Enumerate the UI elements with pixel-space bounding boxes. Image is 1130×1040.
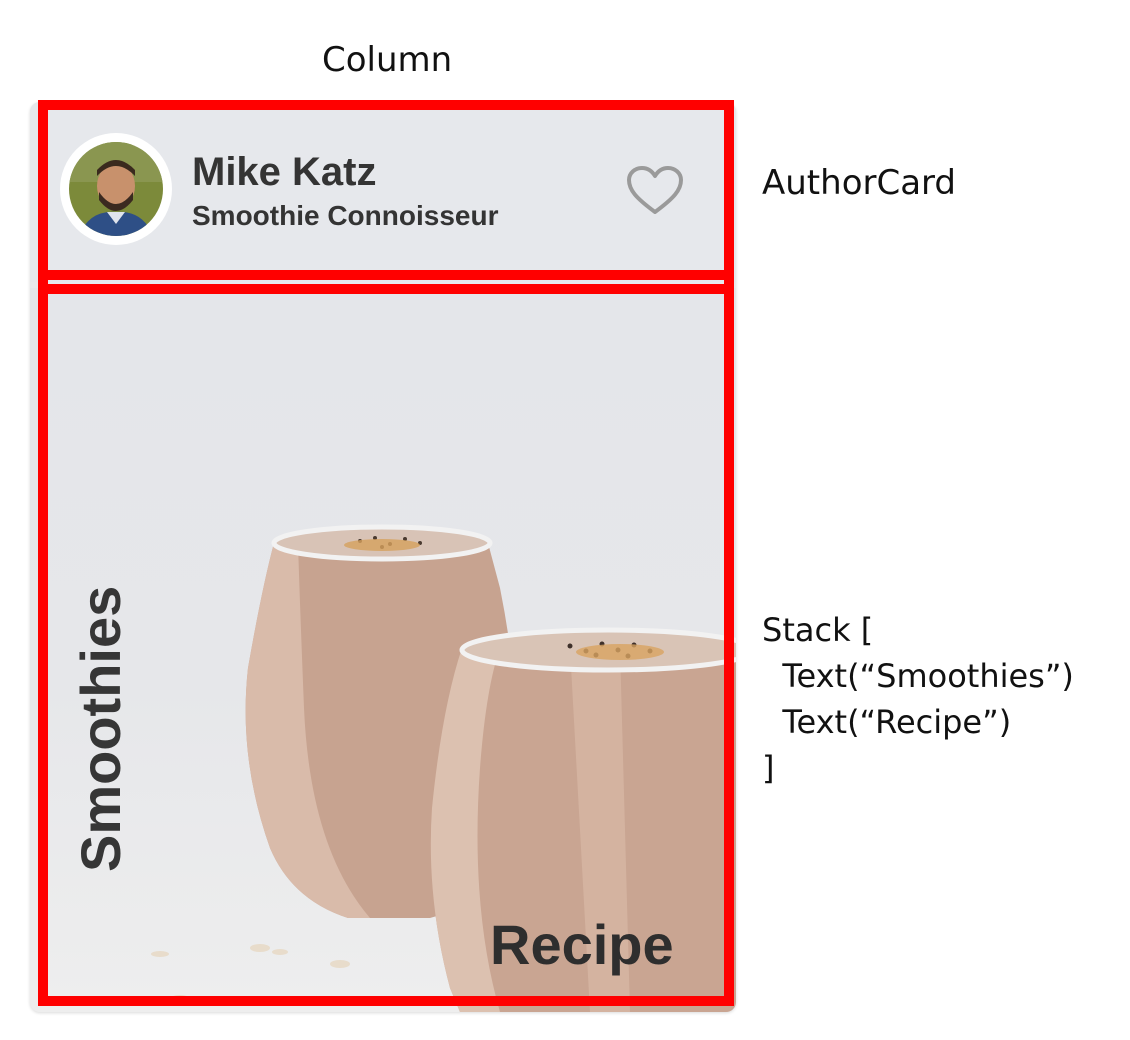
column-outline: [38, 100, 734, 1006]
authorcard-annotation: AuthorCard: [762, 163, 957, 203]
authorcard-stack-divider: [38, 270, 734, 294]
column-annotation: Column: [322, 40, 453, 80]
stack-annotation: Stack [ Text(“Smoothies”) Text(“Recipe”)…: [762, 611, 1074, 787]
